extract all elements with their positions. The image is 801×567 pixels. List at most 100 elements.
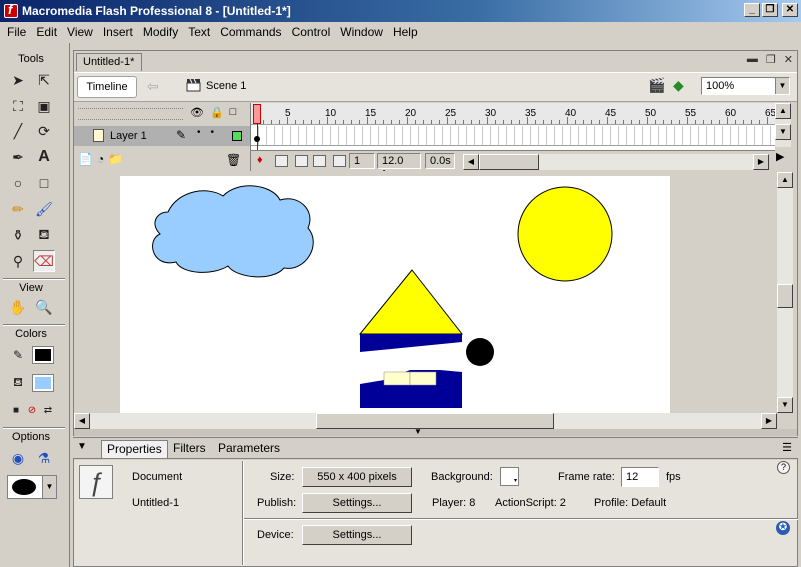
zoom-select[interactable]: 100% ▼ [701, 77, 790, 95]
layer-visibility-dots[interactable]: •• [197, 127, 224, 138]
stage-scroll-down-icon[interactable]: ▼ [777, 397, 793, 413]
insert-folder-icon[interactable]: 📁 [108, 152, 123, 166]
brush-tool-icon[interactable]: 🖌 [33, 198, 55, 220]
text-tool-icon[interactable]: A [33, 146, 55, 168]
panel-collapse-bar[interactable]: ▼ [74, 427, 797, 436]
hand-tool-icon[interactable]: ✋ [7, 296, 29, 318]
stage-hscroll-thumb[interactable] [316, 413, 554, 429]
menu-help[interactable]: Help [388, 25, 423, 39]
insert-layer-icon[interactable]: 📄 [78, 152, 93, 166]
subselection-tool-icon[interactable]: ⇱ [33, 69, 55, 91]
background-color-swatch[interactable]: ▾ [500, 467, 519, 486]
outline-icon[interactable]: □ [230, 106, 237, 119]
doc-minimize-icon[interactable]: ▬ [747, 53, 758, 66]
center-frame-icon[interactable]: ♦ [257, 154, 263, 166]
edit-symbols-icon[interactable]: ◆ [673, 77, 684, 94]
stage-scroll-left-icon[interactable]: ◀ [74, 413, 90, 429]
onion-skin-icon[interactable] [275, 155, 288, 167]
menu-edit[interactable]: Edit [31, 25, 62, 39]
help-icon[interactable]: ? [777, 461, 790, 474]
stroke-color-swatch[interactable] [32, 346, 54, 364]
doc-close-icon[interactable]: ✕ [784, 53, 793, 66]
eye-icon[interactable]: 👁 [190, 106, 204, 119]
zoom-tool-icon[interactable]: 🔍 [33, 296, 55, 318]
menu-file[interactable]: File [2, 25, 31, 39]
menu-view[interactable]: View [62, 25, 98, 39]
device-settings-button[interactable]: Settings... [302, 525, 412, 545]
line-tool-icon[interactable]: ╱ [7, 120, 29, 142]
close-button[interactable]: ✕ [782, 3, 798, 17]
ink-bottle-tool-icon[interactable]: ⚱ [7, 224, 29, 246]
keyframe[interactable] [254, 136, 260, 142]
stage-hscroll[interactable]: ◀ ▶ [74, 413, 777, 429]
timeline-grip[interactable] [78, 108, 183, 120]
pencil-tool-icon[interactable]: ✏ [7, 198, 29, 220]
tools-panel: Tools ➤ ⇱ ⛶ ▣ ╱ ⟳ ✒ A ○ □ ✏ 🖌 ⚱ ⛾ ⚲ ⌫ Vi… [0, 43, 70, 567]
accessibility-icon[interactable]: ✪ [776, 521, 790, 535]
stage-scroll-up-icon[interactable]: ▲ [777, 172, 793, 188]
panel-collapse-icon[interactable]: ▼ [77, 441, 87, 452]
tab-parameters[interactable]: Parameters [213, 440, 285, 458]
layer-name[interactable]: Layer 1 [110, 130, 147, 142]
eraser-shape-dropdown[interactable]: ▼ [7, 475, 57, 499]
frame-ruler[interactable]: 15101520253035404550556065 [251, 103, 775, 125]
tab-properties[interactable]: Properties [101, 440, 168, 458]
document-tab[interactable]: Untitled-1* [76, 53, 142, 71]
pen-tool-icon[interactable]: ✒ [7, 146, 29, 168]
scroll-left-icon[interactable]: ◀ [463, 154, 479, 170]
menu-commands[interactable]: Commands [215, 25, 286, 39]
tab-filters[interactable]: Filters [168, 440, 211, 458]
collapse-arrow-icon[interactable]: ▼ [414, 427, 422, 436]
menu-text[interactable]: Text [183, 25, 215, 39]
timeline-hscroll[interactable]: ◀ ▶ [463, 154, 769, 170]
oval-tool-icon[interactable]: ○ [7, 172, 29, 194]
menu-insert[interactable]: Insert [98, 25, 138, 39]
menu-window[interactable]: Window [335, 25, 388, 39]
zoom-dropdown-icon[interactable]: ▼ [775, 78, 789, 94]
faucet-icon[interactable]: ⚗ [33, 447, 55, 469]
timeline-toggle-button[interactable]: Timeline [77, 76, 137, 98]
stage[interactable] [120, 176, 670, 413]
onion-skin-outlines-icon[interactable] [295, 155, 308, 167]
minimize-button[interactable]: _ [744, 3, 760, 17]
doc-restore-icon[interactable]: ❐ [766, 53, 776, 66]
playhead[interactable] [253, 104, 261, 124]
menu-control[interactable]: Control [287, 25, 336, 39]
swap-colors-icon[interactable]: ⇄ [37, 399, 59, 421]
menu-modify[interactable]: Modify [138, 25, 183, 39]
back-arrow-icon[interactable]: ⇦ [147, 78, 159, 95]
timeline-hscroll-thumb[interactable] [479, 154, 539, 170]
fill-color-swatch[interactable] [32, 374, 54, 392]
lock-icon[interactable]: 🔒 [210, 106, 224, 119]
gradient-transform-tool-icon[interactable]: ▣ [33, 95, 55, 117]
modify-onion-markers-icon[interactable] [333, 155, 346, 167]
stage-scroll-right-icon[interactable]: ▶ [761, 413, 777, 429]
edit-multiple-frames-icon[interactable] [313, 155, 326, 167]
size-button[interactable]: 550 x 400 pixels [302, 467, 412, 487]
eraser-tool-icon[interactable]: ⌫ [33, 250, 55, 272]
rectangle-tool-icon[interactable]: □ [33, 172, 55, 194]
stage-vscroll-thumb[interactable] [777, 284, 793, 308]
free-transform-tool-icon[interactable]: ⛶ [7, 95, 29, 117]
stage-vscroll[interactable]: ▲ ▼ [777, 172, 793, 413]
frame-row[interactable] [251, 126, 775, 146]
restore-button[interactable]: ❐ [762, 3, 778, 17]
tl-scroll-down-icon[interactable]: ▼ [775, 124, 791, 140]
lasso-tool-icon[interactable]: ⟳ [33, 120, 55, 142]
paint-bucket-tool-icon[interactable]: ⛾ [33, 224, 55, 246]
timeline-vscroll[interactable]: ▲ ▼ [775, 103, 791, 147]
eyedropper-tool-icon[interactable]: ⚲ [7, 250, 29, 272]
add-motion-guide-icon[interactable]: ◔ [97, 152, 104, 166]
edit-scene-icon[interactable]: 🎬 [648, 77, 665, 94]
publish-settings-button[interactable]: Settings... [302, 493, 412, 513]
eraser-mode-icon[interactable]: ◉ [7, 447, 29, 469]
window-right [409, 371, 437, 386]
panel-options-icon[interactable]: ☰ [782, 441, 792, 454]
scroll-right-icon[interactable]: ▶ [753, 154, 769, 170]
timeline-menu-icon[interactable]: ▶ [776, 150, 784, 163]
layer-outline-color-icon[interactable] [232, 131, 242, 141]
selection-tool-icon[interactable]: ➤ [7, 69, 29, 91]
tl-scroll-up-icon[interactable]: ▲ [775, 103, 791, 119]
delete-layer-icon[interactable]: 🗑 [226, 153, 241, 167]
frame-rate-input[interactable]: 12 [621, 467, 659, 487]
